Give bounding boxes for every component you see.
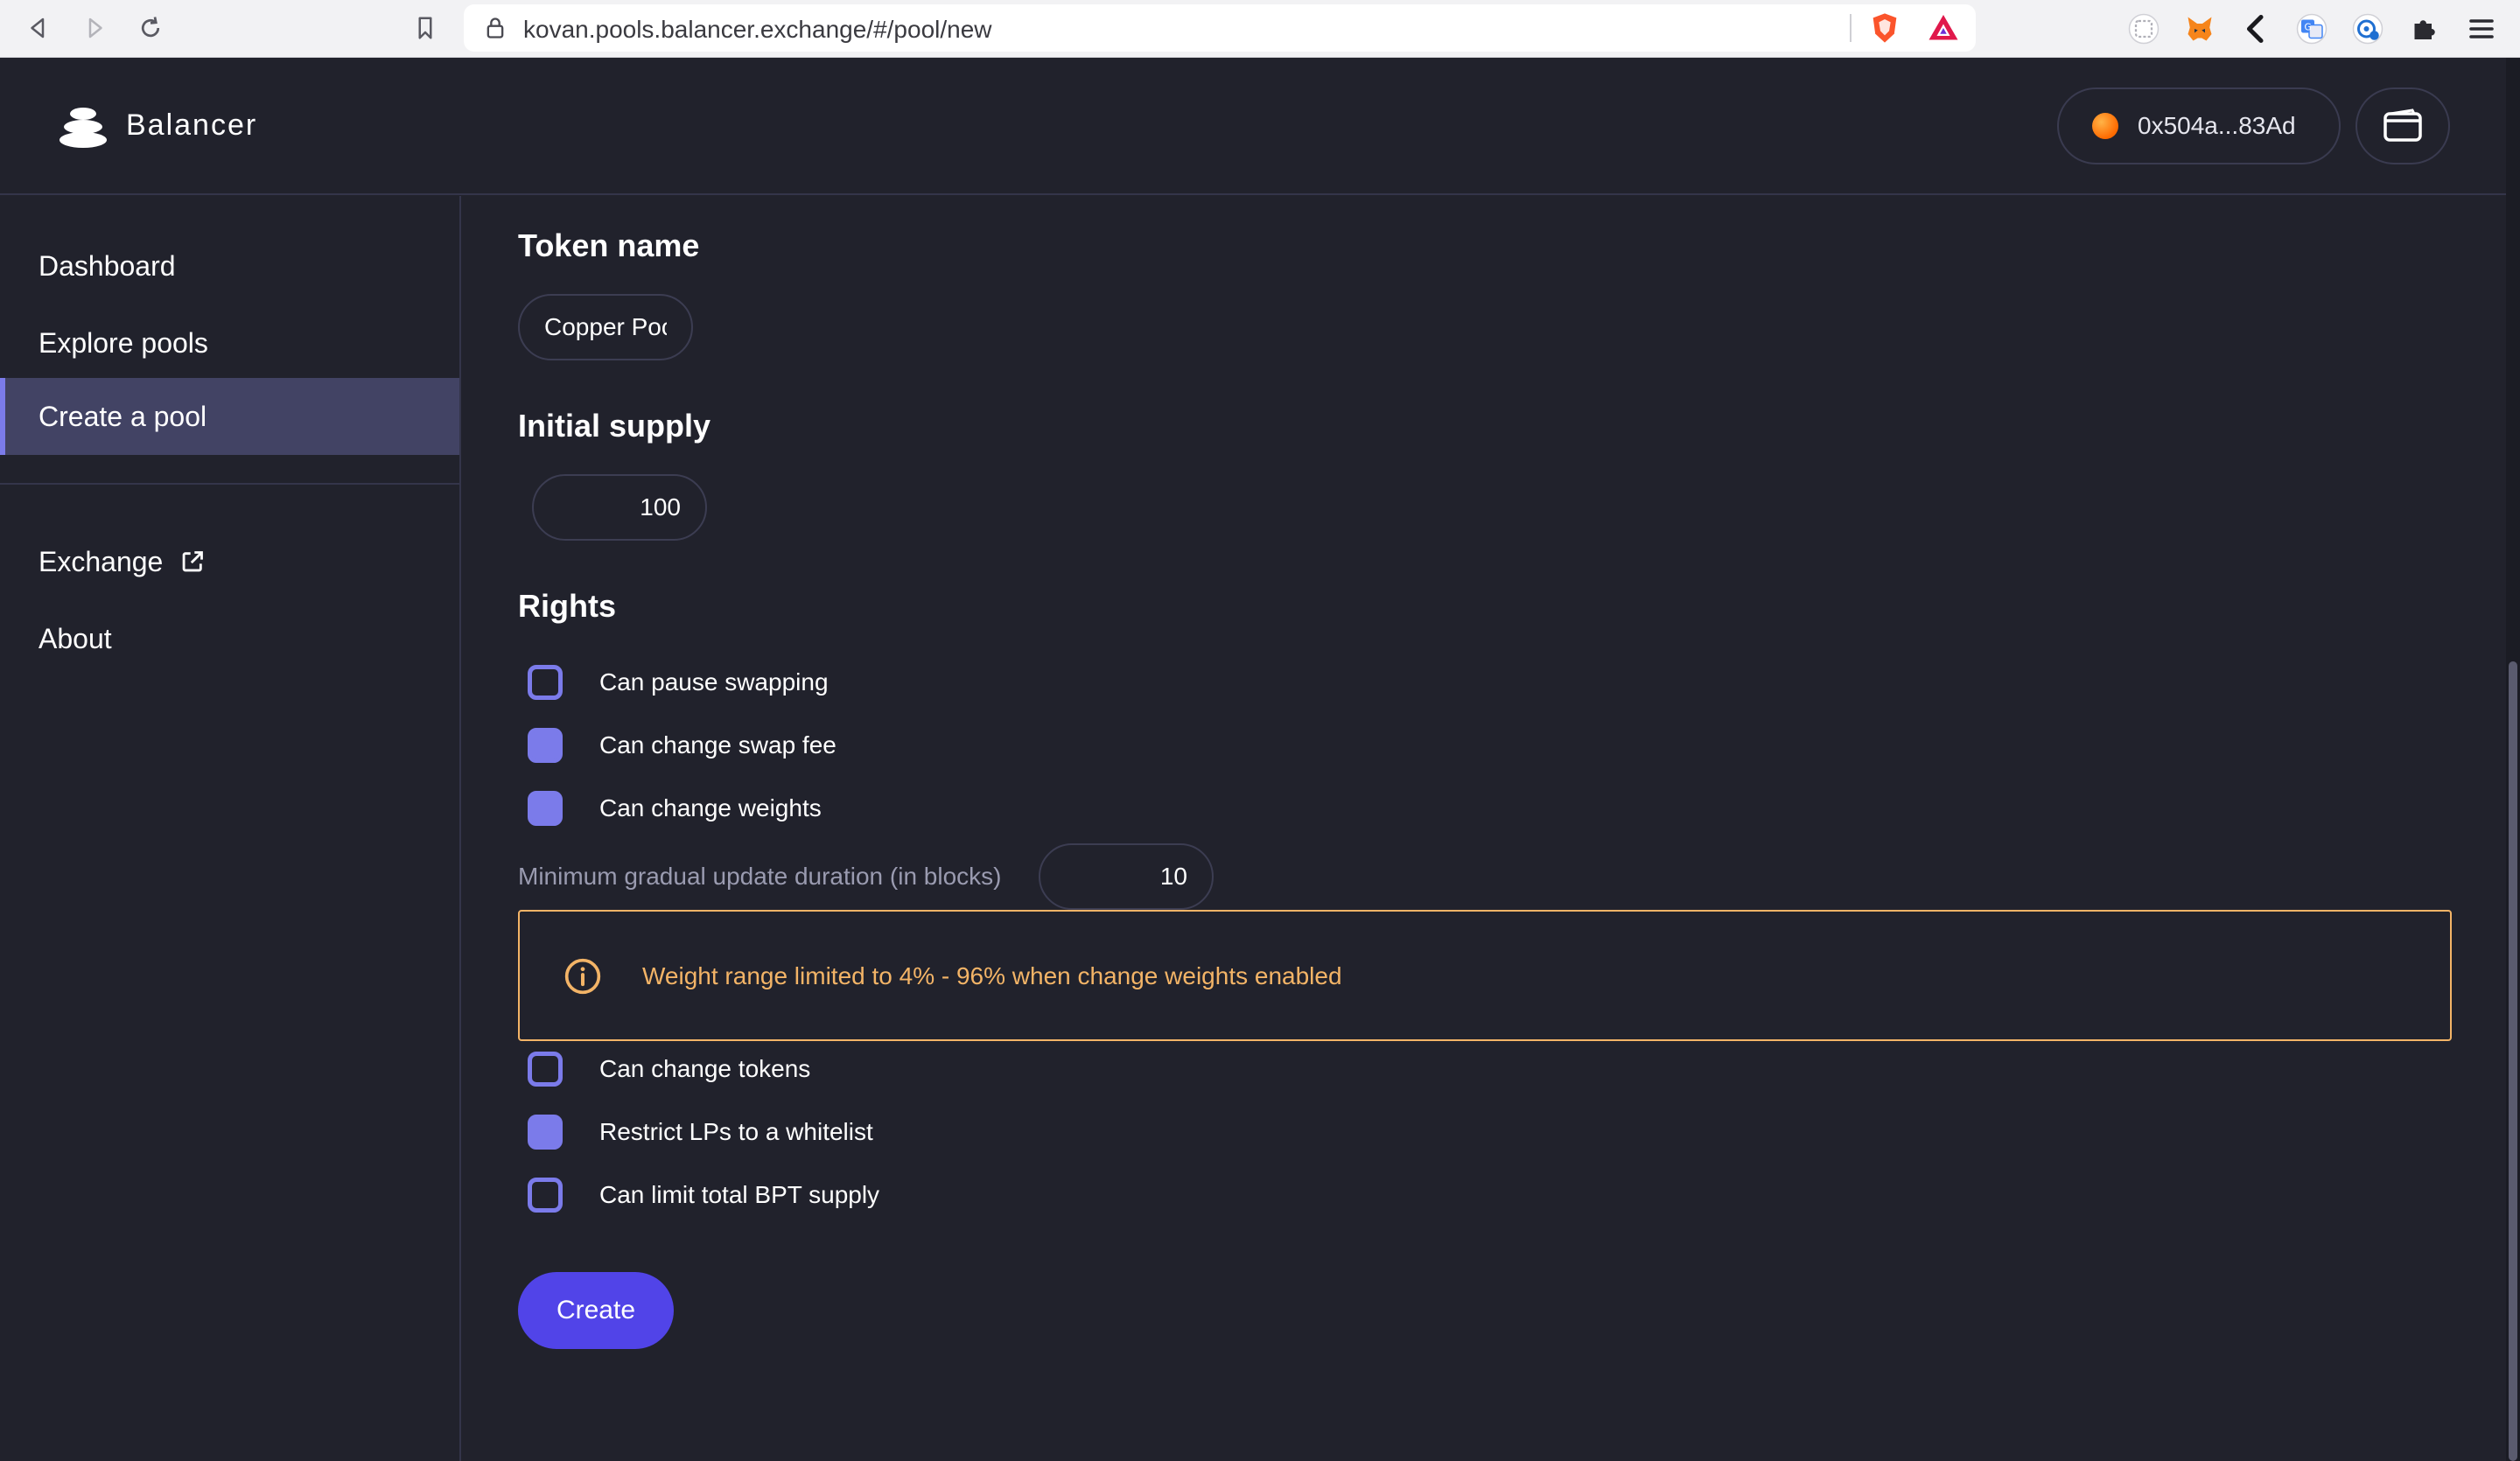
token-name-title: Token name bbox=[518, 227, 700, 263]
duration-input[interactable] bbox=[1039, 843, 1214, 910]
wallet-icon bbox=[2384, 108, 2422, 142]
brand-name[interactable]: Balancer bbox=[126, 108, 257, 143]
checkbox-label: Can change weights bbox=[599, 794, 822, 821]
checkbox[interactable] bbox=[528, 1115, 563, 1150]
extension-icon[interactable] bbox=[2124, 10, 2163, 48]
right-can-change-weights[interactable]: Can change weights bbox=[528, 789, 822, 828]
chevron-left-icon[interactable] bbox=[2236, 10, 2275, 48]
account-avatar-icon bbox=[2092, 113, 2118, 139]
initial-supply-title: Initial supply bbox=[518, 408, 711, 444]
create-button[interactable]: Create bbox=[518, 1272, 674, 1349]
address-bar-divider bbox=[1850, 14, 1852, 42]
page-scrollbar[interactable] bbox=[2506, 58, 2520, 1461]
right-restrict-lps-whitelist[interactable]: Restrict LPs to a whitelist bbox=[528, 1113, 873, 1151]
info-icon bbox=[564, 958, 601, 995]
app-header: Balancer 0x504a...83Ad bbox=[0, 58, 2506, 195]
account-button[interactable]: 0x504a...83Ad bbox=[2057, 87, 2341, 164]
scrollbar-thumb[interactable] bbox=[2509, 661, 2517, 1461]
sidebar: Dashboard Explore pools Create a pool Ex… bbox=[0, 196, 461, 1461]
create-pool-form: Token name Initial supply Rights Can pau… bbox=[463, 196, 2506, 1461]
checkbox-label: Restrict LPs to a whitelist bbox=[599, 1118, 873, 1145]
svg-text:G: G bbox=[2304, 23, 2311, 33]
right-can-change-tokens[interactable]: Can change tokens bbox=[528, 1050, 810, 1088]
sidebar-item-label: Explore pools bbox=[38, 326, 208, 359]
external-link-icon bbox=[183, 551, 204, 572]
bookmark-icon[interactable] bbox=[406, 9, 444, 47]
checkbox-label: Can pause swapping bbox=[599, 668, 829, 696]
checkbox[interactable] bbox=[528, 728, 563, 763]
checkbox[interactable] bbox=[528, 791, 563, 826]
sidebar-divider bbox=[0, 483, 459, 485]
sidebar-item-label: About bbox=[38, 622, 112, 654]
rights-title: Rights bbox=[518, 588, 616, 624]
right-can-change-swap-fee[interactable]: Can change swap fee bbox=[528, 726, 836, 765]
balancer-logo-icon[interactable] bbox=[58, 103, 108, 149]
metamask-icon[interactable] bbox=[2180, 10, 2219, 48]
sidebar-item-label: Exchange bbox=[38, 545, 164, 577]
sidebar-item-create-pool[interactable]: Create a pool bbox=[0, 378, 459, 455]
sidebar-item-label: Create a pool bbox=[38, 400, 207, 432]
checkbox-label: Can change swap fee bbox=[599, 731, 836, 758]
checkbox[interactable] bbox=[528, 1052, 563, 1087]
sidebar-item-label: Dashboard bbox=[38, 249, 176, 282]
sidebar-item-explore-pools[interactable]: Explore pools bbox=[0, 304, 459, 381]
browser-toolbar: kovan.pools.balancer.exchange/#/pool/new… bbox=[0, 0, 2520, 58]
checkbox[interactable] bbox=[528, 665, 563, 700]
token-name-input[interactable] bbox=[518, 294, 693, 360]
checkbox-label: Can change tokens bbox=[599, 1055, 811, 1082]
weight-warning-banner: Weight range limited to 4% - 96% when ch… bbox=[518, 910, 2452, 1041]
forward-icon[interactable] bbox=[75, 9, 114, 47]
sidebar-item-dashboard[interactable]: Dashboard bbox=[0, 227, 459, 304]
translate-icon[interactable]: G bbox=[2292, 10, 2331, 48]
right-can-limit-bpt-supply[interactable]: Can limit total BPT supply bbox=[528, 1176, 879, 1214]
checkbox[interactable] bbox=[528, 1178, 563, 1213]
warning-text: Weight range limited to 4% - 96% when ch… bbox=[642, 962, 1342, 989]
right-can-pause-swapping[interactable]: Can pause swapping bbox=[528, 663, 829, 702]
puzzle-icon[interactable] bbox=[2404, 10, 2443, 48]
address-bar[interactable]: kovan.pools.balancer.exchange/#/pool/new bbox=[464, 4, 1976, 52]
wallet-button[interactable] bbox=[2356, 87, 2450, 164]
account-address: 0x504a...83Ad bbox=[2138, 112, 2296, 139]
sidebar-item-exchange[interactable]: Exchange bbox=[0, 523, 459, 600]
lock-icon bbox=[486, 17, 504, 38]
duration-label: Minimum gradual update duration (in bloc… bbox=[518, 863, 1002, 890]
initial-supply-input[interactable] bbox=[532, 474, 707, 541]
password-manager-icon[interactable] bbox=[2348, 10, 2387, 48]
url-text: kovan.pools.balancer.exchange/#/pool/new bbox=[523, 16, 992, 43]
reload-icon[interactable] bbox=[131, 9, 170, 47]
brave-shield-icon[interactable] bbox=[1867, 10, 1902, 45]
checkbox-label: Can limit total BPT supply bbox=[599, 1181, 880, 1208]
sidebar-item-about[interactable]: About bbox=[0, 600, 459, 677]
menu-icon[interactable] bbox=[2462, 10, 2501, 48]
brave-rewards-icon[interactable] bbox=[1927, 12, 1960, 44]
back-icon[interactable] bbox=[19, 9, 58, 47]
